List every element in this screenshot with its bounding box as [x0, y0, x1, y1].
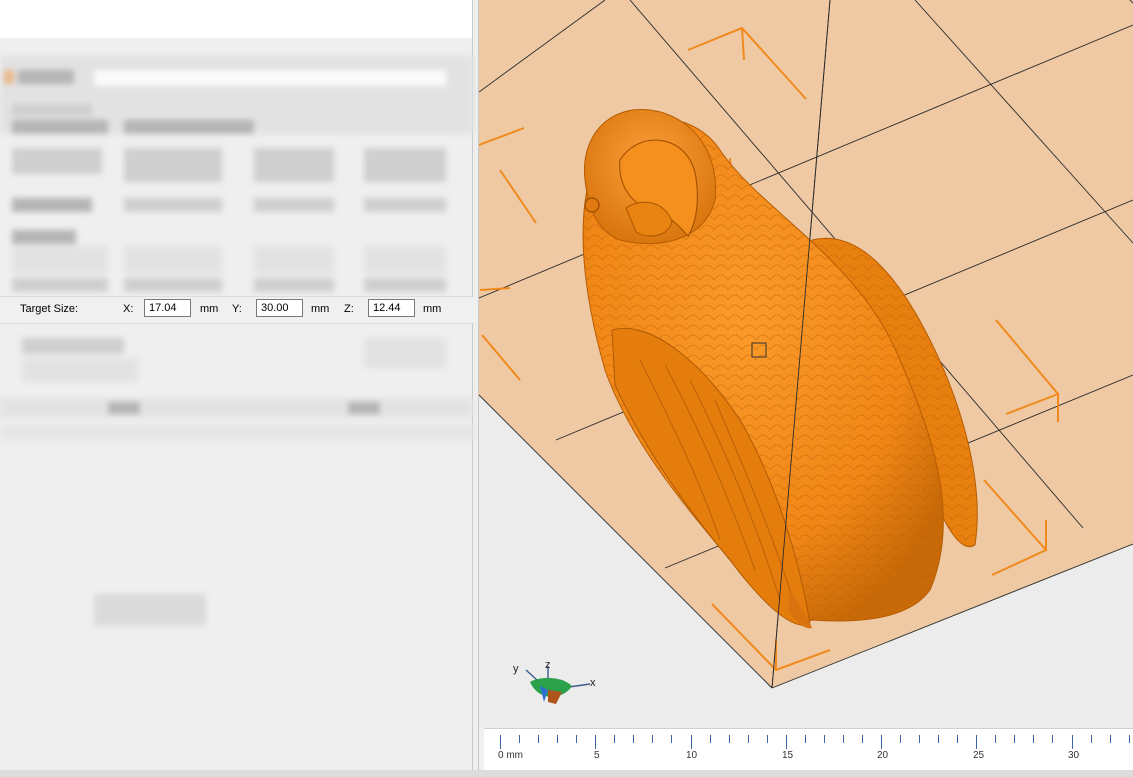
ruler-tick [766, 735, 768, 743]
ruler-tick [881, 735, 882, 749]
ruler-tick [919, 735, 921, 743]
axis-x-label: x [590, 677, 596, 689]
target-size-y-input[interactable] [256, 299, 303, 317]
ruler-tick [500, 735, 501, 749]
ruler-label: 20 [877, 750, 889, 761]
target-size-label: Target Size: [20, 303, 79, 315]
ruler-label: 25 [973, 750, 985, 761]
ruler-tick [900, 735, 902, 743]
ruler-tick [747, 735, 749, 743]
ruler-tick [652, 735, 654, 743]
obscured-settings-content [0, 40, 474, 460]
ruler-label: 30 [1068, 750, 1080, 761]
y-label: Y: [232, 303, 242, 315]
ruler-tick [842, 735, 844, 743]
scene-canvas[interactable]: y z x [479, 0, 1133, 728]
target-size-row: Target Size: X: mm Y: mm Z: mm [0, 296, 474, 324]
ruler-tick [1071, 735, 1073, 749]
ruler-tick [823, 735, 825, 743]
ruler-tick [595, 735, 597, 749]
y-unit: mm [311, 303, 330, 315]
axis-z-label: z [545, 659, 551, 671]
ruler-tick [728, 735, 730, 743]
target-size-z-input[interactable] [368, 299, 415, 317]
obscured-button [94, 594, 206, 626]
ruler-tick [614, 735, 616, 743]
ruler-tick [995, 735, 997, 743]
parrot-eye [584, 197, 600, 213]
ruler-tick [690, 735, 692, 749]
ruler-tick [519, 735, 521, 743]
ruler-tick [861, 735, 863, 743]
ruler-tick [804, 735, 806, 743]
target-size-x-input[interactable] [144, 299, 191, 317]
ruler-tick [1090, 735, 1092, 743]
x-label: X: [123, 303, 134, 315]
ruler-tick [576, 735, 578, 743]
measurement-ruler: 0 mm 5 10 15 20 25 30 [484, 728, 1133, 771]
settings-panel: Target Size: X: mm Y: mm Z: mm [0, 0, 479, 777]
ruler-tick [538, 735, 540, 743]
3d-viewport[interactable]: y z x [479, 0, 1133, 728]
ruler-tick [785, 735, 787, 749]
ruler-tick [671, 735, 673, 743]
ruler-tick [957, 735, 959, 743]
status-strip [0, 770, 1133, 777]
axis-y-label: y [513, 663, 519, 675]
ruler-label: 10 [686, 750, 698, 761]
ruler-label: 5 [594, 750, 600, 761]
ruler-tick [1052, 735, 1054, 743]
axis-gizmo: y z x [513, 659, 596, 704]
z-unit: mm [423, 303, 442, 315]
ruler-tick [1033, 735, 1035, 743]
ruler-tick [1109, 735, 1111, 743]
ruler-tick [976, 735, 978, 749]
z-label: Z: [344, 303, 354, 315]
ruler-label: 0 mm [498, 750, 523, 761]
ruler-tick [938, 735, 940, 743]
x-unit: mm [200, 303, 219, 315]
panel-header-area [0, 0, 472, 38]
ruler-tick [1014, 735, 1016, 743]
ruler-label: 15 [782, 750, 794, 761]
ruler-tick [557, 735, 559, 743]
ruler-tick [709, 735, 711, 743]
ruler-tick [1128, 735, 1130, 743]
ruler-tick [633, 735, 635, 743]
